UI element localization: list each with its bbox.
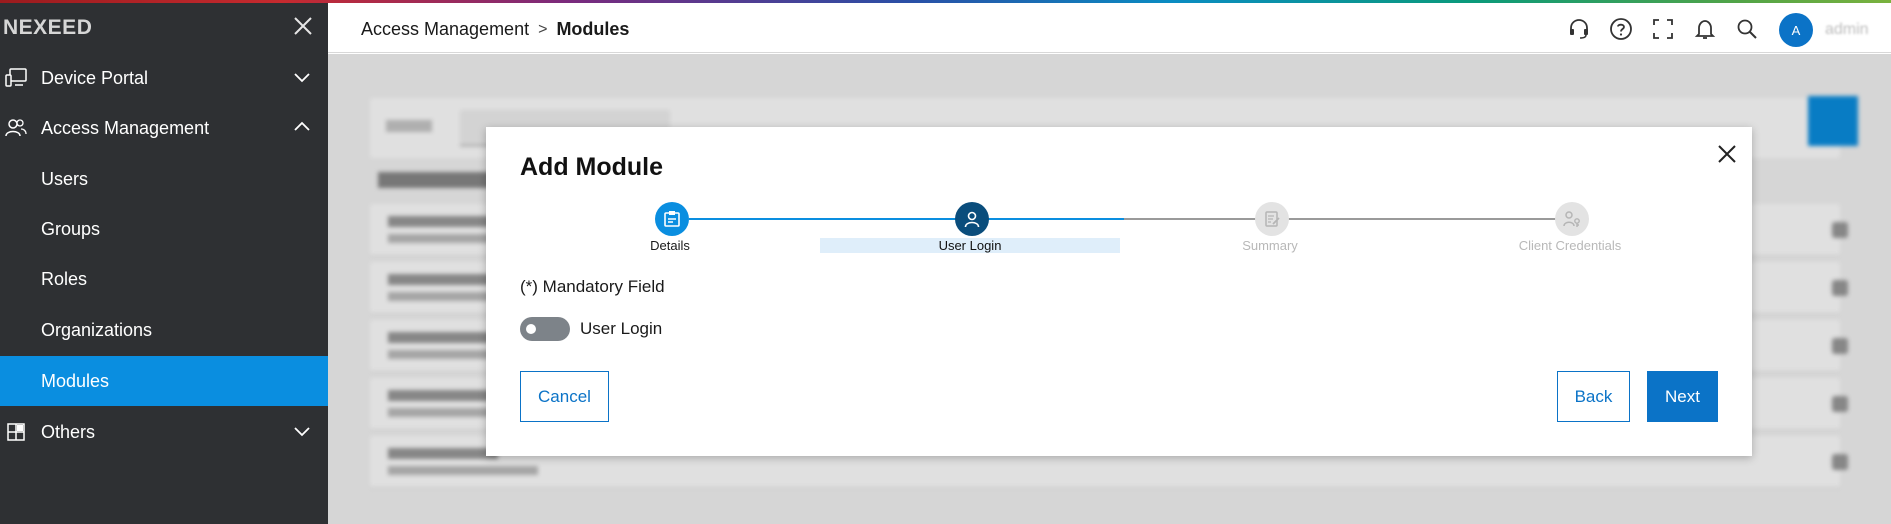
step-label: User Login bbox=[820, 238, 1120, 253]
sidebar-item-device-portal[interactable]: Device Portal bbox=[0, 53, 328, 103]
step-label: Details bbox=[650, 238, 690, 253]
close-sidebar-icon[interactable] bbox=[292, 15, 314, 37]
help-icon[interactable] bbox=[1609, 17, 1633, 41]
sidebar-item-label: Roles bbox=[41, 268, 88, 289]
cancel-button[interactable]: Cancel bbox=[520, 371, 609, 422]
step-circle bbox=[955, 202, 989, 236]
step-client-credentials[interactable]: Client Credentials bbox=[1420, 201, 1720, 253]
widgets-icon bbox=[7, 423, 25, 441]
mandatory-field-note: (*) Mandatory Field bbox=[520, 277, 665, 296]
sidebar-item-groups[interactable]: Groups bbox=[0, 204, 328, 254]
clipboard-icon bbox=[664, 211, 680, 227]
step-circle bbox=[655, 202, 689, 236]
step-details[interactable]: Details bbox=[520, 201, 820, 253]
brand-logo: NEXEED bbox=[3, 16, 93, 39]
breadcrumb: Access Management > Modules bbox=[361, 19, 629, 40]
sidebar-item-label: Device Portal bbox=[41, 67, 149, 88]
breadcrumb-current: Modules bbox=[556, 19, 630, 39]
sidebar-item-roles[interactable]: Roles bbox=[0, 254, 328, 304]
sidebar-item-organizations[interactable]: Organizations bbox=[0, 305, 328, 355]
sidebar-item-label: Modules bbox=[41, 370, 110, 391]
user-login-toggle-row[interactable]: User Login bbox=[520, 317, 662, 341]
dialog-title: Add Module bbox=[520, 153, 664, 181]
chevron-down-icon bbox=[294, 427, 310, 437]
chevron-up-icon bbox=[294, 121, 310, 131]
sidebar-item-label: Others bbox=[41, 421, 96, 442]
fullscreen-icon[interactable] bbox=[1651, 17, 1675, 41]
sidebar: NEXEED Device Portal Access Management U… bbox=[0, 0, 328, 524]
step-circle bbox=[1555, 202, 1589, 236]
search-icon[interactable] bbox=[1735, 17, 1759, 41]
add-module-dialog: Add Module Details User Login Summary Cl… bbox=[486, 127, 1752, 456]
top-header: Access Management > Modules A admin bbox=[328, 3, 1891, 53]
sidebar-item-others[interactable]: Others bbox=[0, 407, 328, 457]
back-button[interactable]: Back bbox=[1557, 371, 1630, 422]
avatar[interactable]: A bbox=[1779, 13, 1813, 47]
toggle-label: User Login bbox=[580, 319, 663, 338]
sidebar-item-label: Users bbox=[41, 168, 89, 189]
headset-icon[interactable] bbox=[1567, 17, 1591, 41]
sidebar-item-modules[interactable]: Modules bbox=[0, 356, 328, 406]
sidebar-item-label: Access Management bbox=[41, 117, 210, 138]
document-edit-icon bbox=[1265, 211, 1280, 227]
sidebar-item-users[interactable]: Users bbox=[0, 154, 328, 204]
next-button[interactable]: Next bbox=[1647, 371, 1718, 422]
step-user-login[interactable]: User Login bbox=[820, 201, 1120, 253]
step-label: Summary bbox=[1242, 238, 1298, 253]
users-group-icon bbox=[5, 119, 27, 137]
sidebar-header: NEXEED bbox=[0, 3, 328, 53]
breadcrumb-parent[interactable]: Access Management bbox=[361, 19, 529, 40]
brand-color-stripe bbox=[0, 0, 1891, 3]
user-login-toggle[interactable] bbox=[520, 317, 570, 341]
step-summary[interactable]: Summary bbox=[1120, 201, 1420, 253]
sidebar-item-label: Organizations bbox=[41, 319, 153, 340]
step-label: Client Credentials bbox=[1518, 238, 1622, 253]
wizard-stepper: Details User Login Summary Client Creden… bbox=[520, 201, 1720, 253]
breadcrumb-separator: > bbox=[538, 20, 548, 38]
key-user-icon bbox=[1563, 211, 1580, 227]
sidebar-item-label: Groups bbox=[41, 218, 101, 239]
user-icon bbox=[964, 211, 980, 228]
username[interactable]: admin bbox=[1825, 21, 1869, 39]
toggle-knob bbox=[526, 324, 536, 334]
close-icon[interactable] bbox=[1716, 143, 1738, 165]
bell-icon[interactable] bbox=[1693, 17, 1717, 41]
sidebar-item-access-management[interactable]: Access Management bbox=[0, 103, 328, 153]
step-circle bbox=[1255, 202, 1289, 236]
chevron-down-icon bbox=[294, 73, 310, 83]
device-icon bbox=[5, 68, 27, 87]
